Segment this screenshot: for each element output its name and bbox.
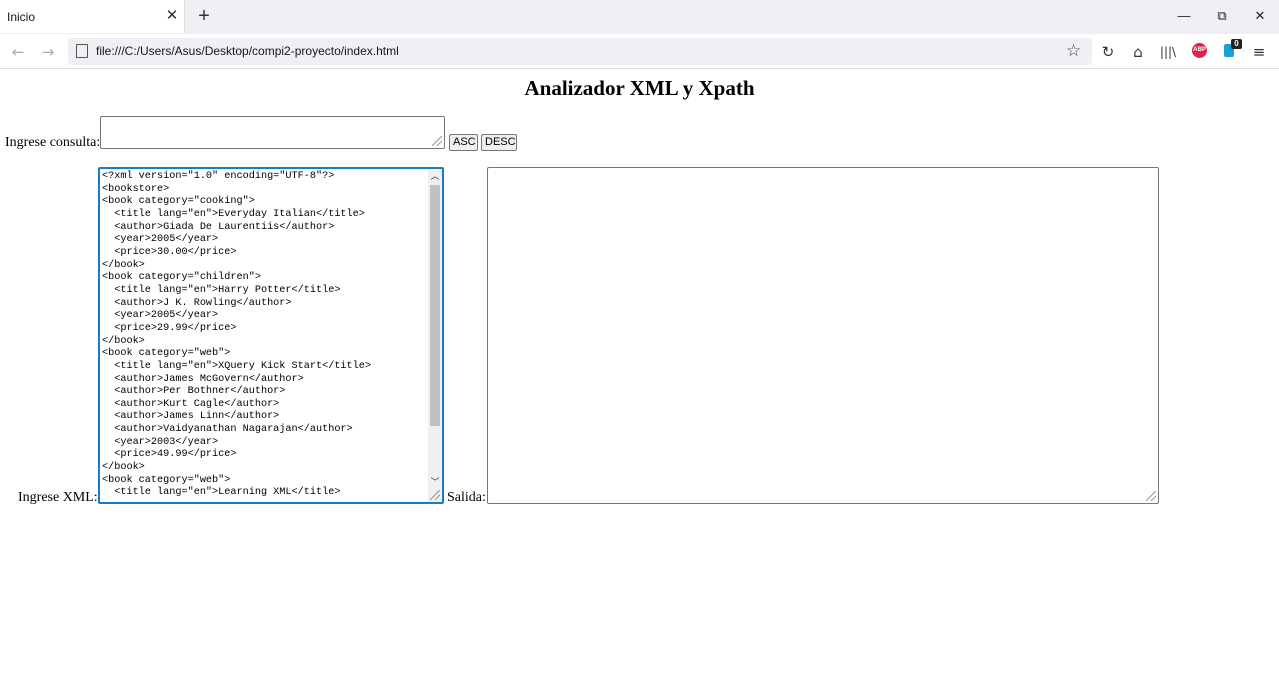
- tab-title: Inicio: [7, 10, 36, 24]
- asc-button[interactable]: ASC: [449, 134, 478, 151]
- menu-icon[interactable]: ≡: [1249, 42, 1269, 62]
- resize-grip-icon[interactable]: [1146, 491, 1156, 501]
- extension-badge: 0: [1231, 39, 1242, 49]
- desc-button[interactable]: DESC: [481, 134, 517, 151]
- output-textarea[interactable]: [487, 167, 1159, 504]
- query-input[interactable]: [100, 116, 445, 149]
- back-arrow-icon[interactable]: ←: [8, 42, 28, 62]
- query-label: Ingrese consulta:: [5, 135, 101, 150]
- xml-label: Ingrese XML:: [18, 490, 98, 505]
- new-tab-button[interactable]: +: [194, 5, 214, 27]
- scroll-down-icon[interactable]: ﹀: [428, 476, 442, 490]
- output-label: Salida:: [447, 490, 486, 505]
- close-window-button[interactable]: ✕: [1245, 6, 1275, 26]
- adblock-plus-icon[interactable]: ABP: [1192, 43, 1207, 58]
- scroll-up-icon[interactable]: ︿: [428, 170, 442, 184]
- library-icon[interactable]: |||\: [1158, 42, 1178, 62]
- reload-icon[interactable]: ↻: [1098, 42, 1118, 62]
- xml-input[interactable]: <?xml version="1.0" encoding="UTF-8"?> <…: [98, 167, 444, 504]
- bookmark-star-icon[interactable]: ☆: [1066, 41, 1081, 61]
- browser-tab[interactable]: Inicio ✕: [0, 0, 185, 33]
- nav-bar: ← → file:///C:/Users/Asus/Desktop/compi2…: [0, 34, 1279, 69]
- xml-scrollbar[interactable]: ︿ ﹀: [428, 169, 442, 502]
- url-bar[interactable]: file:///C:/Users/Asus/Desktop/compi2-pro…: [68, 38, 1092, 65]
- file-icon: [76, 44, 88, 58]
- close-tab-icon[interactable]: ✕: [164, 6, 180, 26]
- url-text[interactable]: file:///C:/Users/Asus/Desktop/compi2-pro…: [96, 44, 399, 58]
- xml-content[interactable]: <?xml version="1.0" encoding="UTF-8"?> <…: [102, 171, 371, 500]
- home-icon[interactable]: ⌂: [1128, 42, 1148, 62]
- resize-grip-icon[interactable]: [432, 136, 442, 146]
- forward-arrow-icon[interactable]: →: [38, 42, 58, 62]
- tab-bar: Inicio ✕ + — ⧉ ✕: [0, 0, 1279, 34]
- scrollbar-thumb[interactable]: [430, 185, 440, 426]
- minimize-button[interactable]: —: [1169, 6, 1199, 26]
- restore-button[interactable]: ⧉: [1207, 6, 1237, 26]
- page-title: Analizador XML y Xpath: [524, 76, 755, 100]
- resize-grip-icon[interactable]: [430, 490, 440, 500]
